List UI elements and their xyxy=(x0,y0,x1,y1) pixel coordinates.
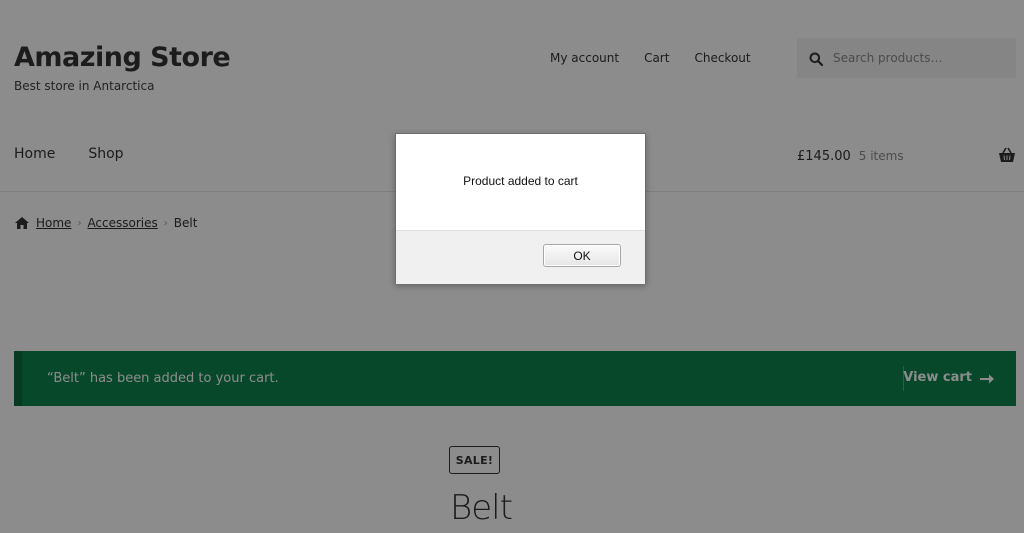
dialog-footer: OK xyxy=(396,230,645,284)
dialog-ok-button[interactable]: OK xyxy=(543,244,621,267)
alert-dialog: Product added to cart OK xyxy=(395,133,646,284)
dialog-message: Product added to cart xyxy=(463,174,578,188)
